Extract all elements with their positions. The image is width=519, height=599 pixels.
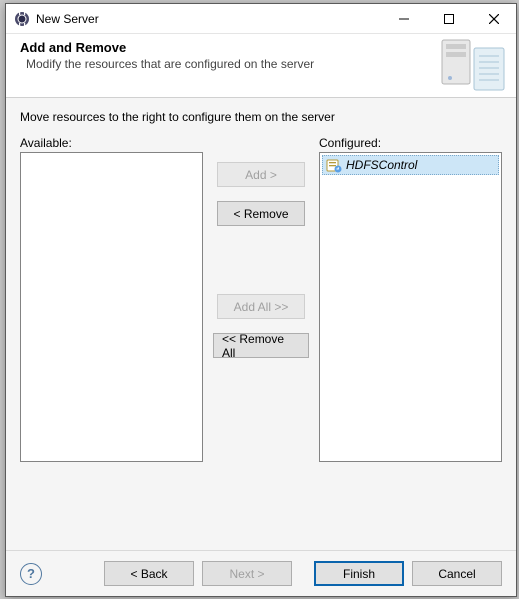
- transfer-buttons: Add > < Remove Add All >> << Remove All: [213, 136, 309, 492]
- configured-label: Configured:: [319, 136, 502, 150]
- titlebar[interactable]: New Server: [6, 4, 516, 34]
- content-bottom-space: [20, 492, 502, 542]
- help-button[interactable]: ?: [20, 563, 42, 585]
- app-icon: [14, 11, 30, 27]
- dialog-window: New Server Add and Remove Modify the res…: [5, 3, 517, 597]
- maximize-button[interactable]: [426, 4, 471, 33]
- close-button[interactable]: [471, 4, 516, 33]
- remove-button[interactable]: < Remove: [217, 201, 305, 226]
- cancel-button[interactable]: Cancel: [412, 561, 502, 586]
- add-all-button[interactable]: Add All >>: [217, 294, 305, 319]
- configured-listbox[interactable]: HDFSControl: [319, 152, 502, 462]
- add-button[interactable]: Add >: [217, 162, 305, 187]
- banner-heading: Add and Remove: [20, 40, 502, 55]
- available-label: Available:: [20, 136, 203, 150]
- available-listbox[interactable]: [20, 152, 203, 462]
- window-controls: [381, 4, 516, 33]
- instruction-text: Move resources to the right to configure…: [20, 110, 502, 124]
- remove-all-button[interactable]: << Remove All: [213, 333, 309, 358]
- module-icon: [326, 157, 342, 173]
- minimize-button[interactable]: [381, 4, 426, 33]
- list-item[interactable]: HDFSControl: [322, 155, 499, 175]
- wizard-banner: Add and Remove Modify the resources that…: [6, 34, 516, 98]
- help-icon: ?: [27, 566, 35, 581]
- finish-button[interactable]: Finish: [314, 561, 404, 586]
- wizard-footer: ? < Back Next > Finish Cancel: [6, 550, 516, 596]
- next-button[interactable]: Next >: [202, 561, 292, 586]
- back-button[interactable]: < Back: [104, 561, 194, 586]
- wizard-content: Move resources to the right to configure…: [6, 98, 516, 550]
- window-title: New Server: [36, 12, 381, 26]
- banner-subheading: Modify the resources that are configured…: [26, 57, 502, 71]
- available-column: Available:: [20, 136, 203, 492]
- configured-column: Configured: HDFSControl: [319, 136, 502, 492]
- list-item-label: HDFSControl: [346, 158, 417, 172]
- server-image-icon: [436, 34, 510, 98]
- transfer-columns: Available: Add > < Remove Add All >> << …: [20, 136, 502, 492]
